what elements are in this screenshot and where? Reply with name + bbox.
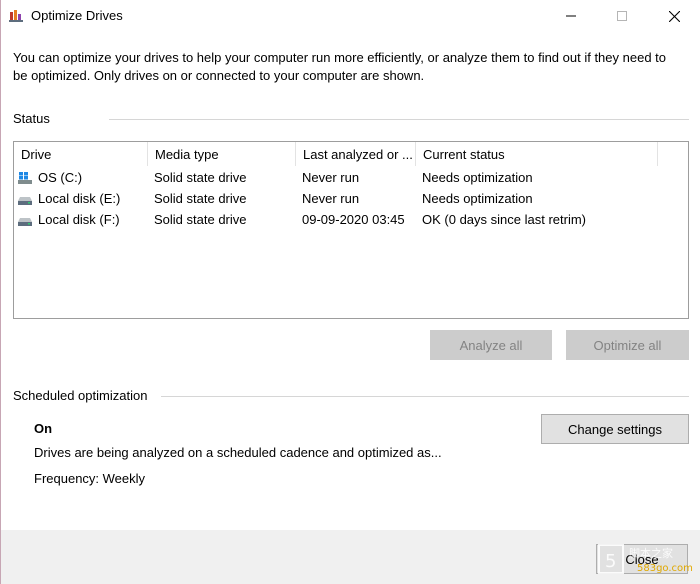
site-watermark: 5 脚本之家 583go.com bbox=[598, 544, 693, 574]
analyze-all-button[interactable]: Analyze all bbox=[430, 330, 552, 360]
minimize-icon bbox=[566, 15, 576, 17]
disk-drive-icon bbox=[18, 218, 32, 226]
table-row[interactable]: OS (C:) Solid state drive Never run Need… bbox=[14, 167, 688, 188]
close-window-button[interactable] bbox=[651, 0, 697, 32]
column-header-current-status[interactable]: Current status bbox=[416, 142, 658, 166]
column-header-media-type[interactable]: Media type bbox=[148, 142, 296, 166]
intro-text: You can optimize your drives to help you… bbox=[13, 50, 667, 83]
footer: Close bbox=[1, 530, 700, 584]
schedule-state: On bbox=[34, 421, 53, 436]
schedule-description: Drives are being analyzed on a scheduled… bbox=[34, 445, 442, 460]
schedule-frequency: Frequency: Weekly bbox=[34, 471, 146, 486]
current-status: Needs optimization bbox=[422, 170, 533, 185]
drives-list[interactable]: Drive Media type Last analyzed or ... Cu… bbox=[13, 141, 689, 319]
svg-text:5: 5 bbox=[605, 551, 616, 572]
close-icon bbox=[668, 10, 680, 22]
media-type: Solid state drive bbox=[154, 170, 247, 185]
drive-name: Local disk (F:) bbox=[38, 212, 120, 227]
change-settings-button[interactable]: Change settings bbox=[541, 414, 689, 444]
scheduled-divider bbox=[161, 396, 689, 397]
last-analyzed: Never run bbox=[302, 191, 360, 206]
table-row[interactable]: Local disk (E:) Solid state drive Never … bbox=[14, 188, 688, 209]
windows-drive-icon bbox=[18, 172, 32, 184]
maximize-icon bbox=[617, 11, 627, 21]
drive-name: Local disk (E:) bbox=[38, 191, 121, 206]
last-analyzed: Never run bbox=[302, 170, 360, 185]
optimize-drives-window: Optimize Drives You can optimize your dr… bbox=[0, 0, 700, 584]
status-label: Status bbox=[13, 111, 50, 126]
title-bar[interactable]: Optimize Drives bbox=[1, 0, 700, 32]
maximize-button[interactable] bbox=[599, 0, 645, 32]
media-type: Solid state drive bbox=[154, 212, 247, 227]
media-type: Solid state drive bbox=[154, 191, 247, 206]
current-status: Needs optimization bbox=[422, 191, 533, 206]
optimize-drives-icon bbox=[9, 10, 23, 22]
status-divider bbox=[109, 119, 689, 120]
optimize-all-button[interactable]: Optimize all bbox=[566, 330, 689, 360]
column-header-drive[interactable]: Drive bbox=[14, 142, 148, 166]
list-header: Drive Media type Last analyzed or ... Cu… bbox=[14, 142, 688, 166]
drive-name: OS (C:) bbox=[38, 170, 83, 185]
watermark-text-top: 脚本之家 bbox=[629, 546, 673, 560]
scheduled-optimization-label: Scheduled optimization bbox=[13, 388, 148, 403]
watermark-text-bottom: 583go.com bbox=[637, 563, 693, 574]
table-row[interactable]: Local disk (F:) Solid state drive 09-09-… bbox=[14, 209, 688, 230]
minimize-button[interactable] bbox=[548, 0, 594, 32]
column-header-last-analyzed[interactable]: Last analyzed or ... bbox=[296, 142, 416, 166]
window-title: Optimize Drives bbox=[31, 8, 123, 23]
current-status: OK (0 days since last retrim) bbox=[422, 212, 586, 227]
disk-drive-icon bbox=[18, 197, 32, 205]
last-analyzed: 09-09-2020 03:45 bbox=[302, 212, 405, 227]
